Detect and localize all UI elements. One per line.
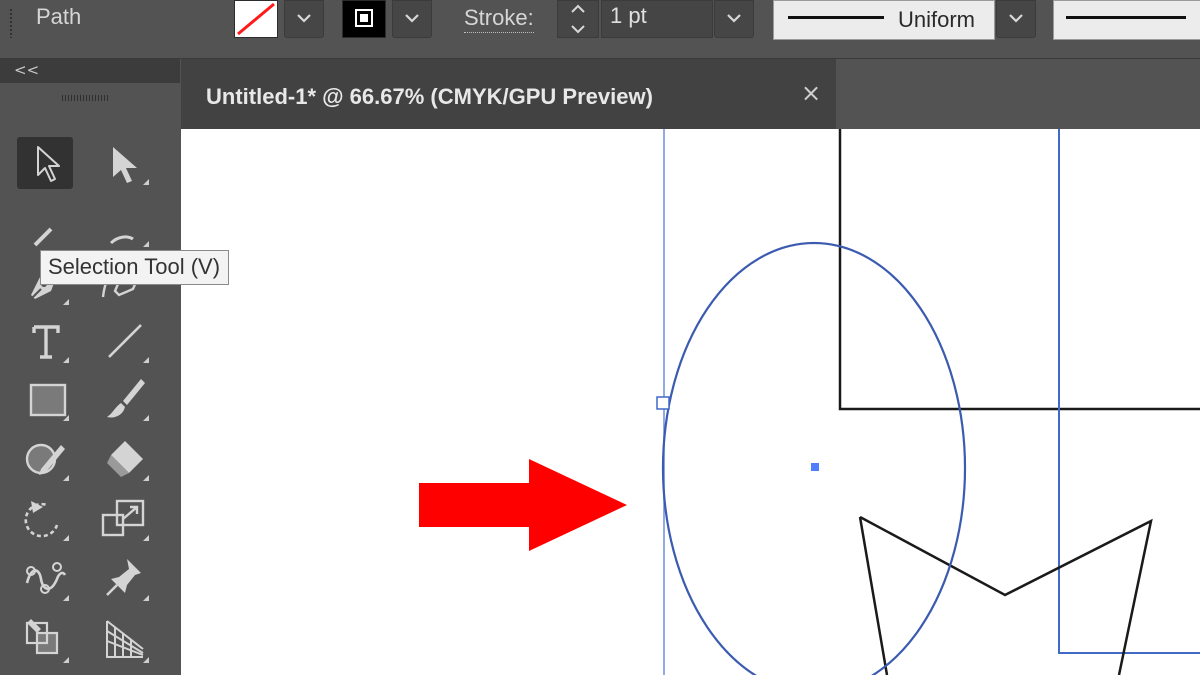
- selection-tool[interactable]: [17, 137, 73, 189]
- tool-group-indicator: [143, 241, 149, 247]
- profile-dropdown-button[interactable]: [996, 0, 1036, 38]
- tool-group-indicator: [143, 415, 149, 421]
- selection-arrow-icon: [37, 146, 60, 182]
- profile-label: Uniform: [898, 7, 976, 32]
- tool-group-indicator: [143, 657, 149, 663]
- stroke-dropdown-button[interactable]: [392, 0, 432, 38]
- tool-group-indicator: [63, 415, 69, 421]
- red-arrow-annotation: [419, 459, 627, 551]
- type-tool[interactable]: [17, 315, 73, 367]
- lasso-tool[interactable]: [97, 199, 153, 251]
- star-shape[interactable]: [858, 515, 1153, 675]
- chevron-down-icon: [1009, 14, 1023, 23]
- shape-builder-tool[interactable]: [17, 615, 73, 667]
- stroke-panel-link[interactable]: Stroke:: [464, 4, 534, 33]
- pin-tool[interactable]: [97, 553, 153, 605]
- artboard-canvas[interactable]: [181, 129, 1200, 675]
- chevron-down-icon: [405, 14, 419, 23]
- stroke-weight-input[interactable]: 1 pt: [601, 0, 713, 38]
- rectangle-tool[interactable]: [17, 373, 73, 425]
- chevron-down-icon: [297, 14, 311, 23]
- collapse-icon[interactable]: <<: [14, 59, 39, 81]
- tool-group-indicator: [63, 475, 69, 481]
- tool-group-indicator: [143, 179, 149, 185]
- center-point: [811, 463, 819, 471]
- brush-definition-select[interactable]: [1053, 0, 1200, 40]
- magic-wand-icon: [33, 227, 53, 247]
- rotate-tool[interactable]: [17, 493, 73, 545]
- paintbrush-tool[interactable]: [97, 373, 153, 425]
- variable-width-profile-select[interactable]: Uniform: [773, 0, 995, 40]
- tool-group-indicator: [143, 475, 149, 481]
- artwork-layer: [419, 129, 1200, 675]
- stroke-weight-dropdown-button[interactable]: [714, 0, 754, 38]
- tool-group-indicator: [63, 595, 69, 601]
- document-tab[interactable]: Untitled-1* @ 66.67% (CMYK/GPU Preview) …: [181, 59, 836, 129]
- brush-preview-line: [1066, 16, 1186, 19]
- anchor-point-handle[interactable]: [656, 396, 670, 410]
- panel-grip[interactable]: [62, 95, 110, 101]
- tools-panel: << Selection Tool (V): [0, 59, 230, 675]
- direct-selection-tool[interactable]: [97, 137, 153, 189]
- selected-rectangle-path[interactable]: [1058, 129, 1200, 654]
- tool-tooltip: Selection Tool (V): [40, 250, 230, 285]
- puppet-warp-tool[interactable]: [17, 553, 73, 605]
- chevron-down-icon: [727, 14, 741, 23]
- tool-group-indicator: [143, 357, 149, 363]
- scale-tool[interactable]: [97, 493, 153, 545]
- tool-group-indicator: [143, 535, 149, 541]
- close-icon[interactable]: ×: [801, 79, 821, 107]
- tool-group-indicator: [63, 357, 69, 363]
- selected-ellipse[interactable]: [661, 241, 967, 675]
- illustrator-window: Path Stroke: 1 pt Uniform << Selection T…: [0, 0, 1200, 675]
- magic-wand-tool[interactable]: [17, 199, 73, 251]
- tool-group-indicator: [63, 535, 69, 541]
- control-bar: Path Stroke: 1 pt Uniform: [0, 0, 1200, 59]
- chevron-up-icon[interactable]: [569, 3, 587, 15]
- document-tab-strip: Untitled-1* @ 66.67% (CMYK/GPU Preview) …: [181, 59, 1200, 129]
- panel-collapse-bar[interactable]: <<: [0, 59, 180, 83]
- shaper-tool[interactable]: [17, 433, 73, 485]
- control-bar-grip[interactable]: [9, 8, 14, 38]
- eraser-tool[interactable]: [97, 433, 153, 485]
- fill-none-swatch-icon[interactable]: [234, 0, 278, 38]
- document-title: Untitled-1* @ 66.67% (CMYK/GPU Preview): [206, 84, 653, 109]
- tool-group-indicator: [63, 657, 69, 663]
- chevron-down-icon[interactable]: [569, 23, 587, 35]
- line-segment-tool[interactable]: [97, 315, 153, 367]
- tool-group-indicator: [63, 299, 69, 305]
- fill-dropdown-button[interactable]: [284, 0, 324, 38]
- tool-group-indicator: [143, 595, 149, 601]
- rectangle-shape[interactable]: [838, 129, 1200, 411]
- selection-type-label: Path: [36, 4, 82, 29]
- stroke-weight-stepper[interactable]: [557, 0, 599, 38]
- perspective-grid-tool[interactable]: [97, 615, 153, 667]
- profile-preview-line: [788, 16, 884, 19]
- stroke-black-swatch-icon[interactable]: [342, 0, 386, 38]
